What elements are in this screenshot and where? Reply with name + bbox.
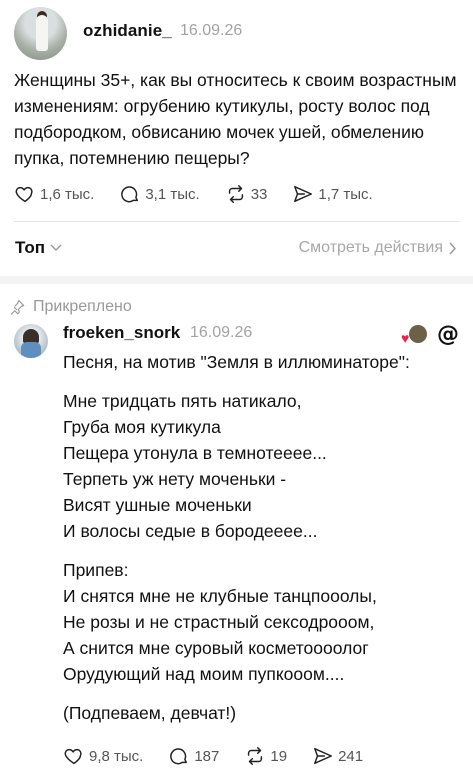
reply-username[interactable]: froeken_snork — [63, 323, 180, 343]
post-actions: 1,6 тыс. 3,1 тыс. 33 1,7 тыс. — [14, 183, 398, 205]
reply-line: Терпеть уж нету моченьки - — [63, 469, 287, 489]
reply-comment-button[interactable]: 187 — [168, 745, 219, 767]
pinned-indicator: Прикреплено — [10, 298, 132, 316]
comment-icon — [121, 186, 139, 203]
reply-line: Груба моя кутикула — [63, 417, 221, 437]
reply-like-button[interactable]: 9,8 тыс. — [63, 745, 143, 767]
reply-line: Пещера утонула в темнотееее... — [63, 443, 327, 463]
reply-share-button[interactable]: 241 — [312, 745, 363, 767]
comment-icon — [170, 748, 188, 765]
heart-icon — [64, 748, 82, 765]
repost-icon — [248, 747, 263, 765]
repost-icon — [228, 185, 243, 203]
reply-actions: 9,8 тыс. 187 19 241 — [63, 745, 388, 767]
reply-line: Припев: — [63, 560, 129, 580]
reply-text: Песня, на мотив "Земля в иллюминаторе": … — [63, 349, 463, 726]
pin-icon — [10, 299, 25, 315]
repost-count: 33 — [250, 185, 268, 203]
reply-line: И волосы седые в бородееее... — [63, 521, 318, 541]
pinned-label: Прикреплено — [33, 298, 132, 315]
heart-icon — [15, 186, 33, 203]
reply-badges: ♥ @ — [401, 322, 459, 347]
comment-button[interactable]: 3,1 тыс. — [119, 183, 200, 205]
share-icon — [314, 747, 333, 765]
reply-share-count: 241 — [338, 747, 364, 765]
threads-icon[interactable]: @ — [437, 322, 459, 347]
share-button[interactable]: 1,7 тыс. — [292, 183, 373, 205]
sort-label: Топ — [15, 238, 45, 257]
author-liked-icon: ♥ — [401, 324, 427, 346]
reply-line: (Подпеваем, девчат!) — [63, 703, 237, 723]
reply-like-count: 9,8 тыс. — [89, 747, 144, 765]
view-actions-link[interactable]: Смотреть действия — [299, 239, 457, 257]
avatar[interactable] — [14, 7, 67, 60]
like-count: 1,6 тыс. — [40, 185, 95, 203]
post-text: Женщины 35+, как вы относитесь к своим в… — [14, 70, 457, 168]
repost-button[interactable]: 33 — [225, 183, 268, 205]
reply-line: Орудующий над моим пупкооом.... — [63, 664, 345, 684]
reply-line: Висят ушные моченьки — [63, 495, 252, 515]
comment-count: 3,1 тыс. — [145, 185, 200, 203]
chevron-right-icon — [449, 242, 456, 254]
reply-repost-count: 19 — [270, 747, 288, 765]
divider — [14, 221, 459, 222]
share-count: 1,7 тыс. — [318, 185, 373, 203]
reply-line: Песня, на мотив "Земля в иллюминаторе": — [63, 352, 410, 372]
reply-comment-count: 187 — [194, 747, 220, 765]
reply-repost-button[interactable]: 19 — [244, 745, 287, 767]
reply-avatar[interactable] — [14, 324, 48, 358]
reply-line: Мне тридцать пять натикало, — [63, 391, 302, 411]
reply-line: И снятся мне не клубные танцпооолы, — [63, 586, 377, 606]
chevron-down-icon — [50, 244, 62, 251]
main-post: ozhidanie_ 16.09.26 Женщины 35+, как вы … — [0, 0, 473, 276]
post-date: 16.09.26 — [180, 22, 243, 39]
reply-line: Не розы и не страстный сексодрооом, — [63, 612, 375, 632]
reply-date: 16.09.26 — [190, 324, 253, 341]
post-username[interactable]: ozhidanie_ — [83, 21, 172, 41]
view-actions-label: Смотреть действия — [298, 239, 443, 256]
sort-dropdown[interactable]: Топ — [15, 238, 62, 258]
share-icon — [294, 185, 313, 203]
like-button[interactable]: 1,6 тыс. — [14, 183, 94, 205]
reply-line: А снится мне суровый косметоооолог — [63, 638, 369, 658]
